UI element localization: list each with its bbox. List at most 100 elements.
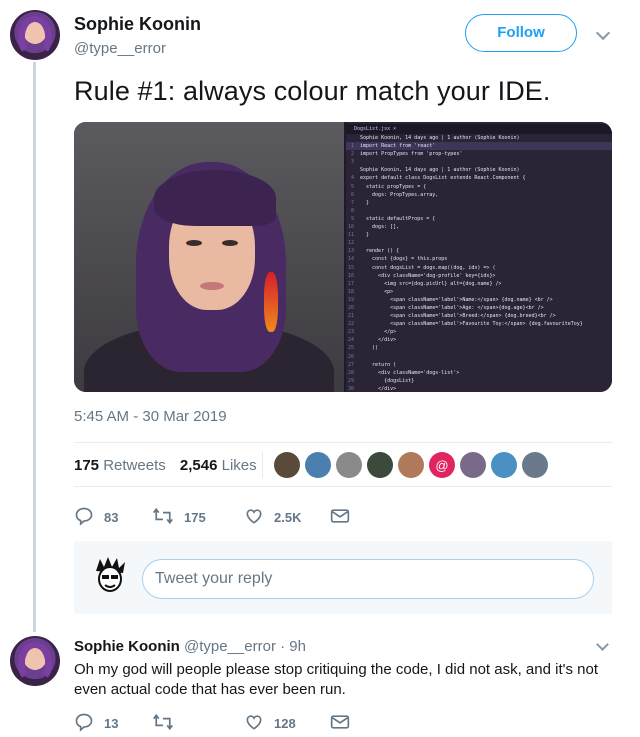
direct-message-button[interactable] [330,713,360,734]
author-handle[interactable]: @type__error [74,40,166,57]
liker-avatar-icon[interactable] [336,452,362,478]
likes-stat[interactable]: 2,546 Likes [180,457,257,474]
ide-screenshot[interactable]: DogsList.jsx × Sophie Koonin, 14 days ag… [346,122,612,392]
code-text: dogs: [], [360,224,400,231]
code-line: 29 {dogsList} [346,377,612,385]
code-line: 20 <span className='label'>Age: </span>{… [346,304,612,312]
line-number: 25 [347,345,354,352]
code-text: const {dogs} = this.props [360,256,448,263]
reply-author-name[interactable]: Sophie Koonin [74,638,180,655]
line-number: 12 [347,240,354,247]
liker-avatar-icon[interactable] [460,452,486,478]
line-number: 11 [347,232,354,239]
photo-earring [264,272,278,332]
line-number: 26 [347,353,354,360]
tweet-text: Rule #1: always colour match your IDE. [74,76,551,106]
code-line: 9 static defaultProps = { [346,215,612,223]
liker-avatar-icon[interactable] [491,452,517,478]
ide-tab-label: DogsList.jsx × [346,124,612,134]
code-text: <p> [360,288,394,295]
retweet-icon [152,506,174,529]
user-avatar[interactable] [92,555,128,595]
code-line: 2 import PropTypes from 'prop-types' [346,150,612,158]
liker-avatar-icon[interactable] [522,452,548,478]
code-line: 18 <p> [346,288,612,296]
tweet-timestamp[interactable]: 5:45 AM - 30 Mar 2019 [74,408,227,425]
reply-button[interactable]: 13 [74,712,152,735]
reply-icon [74,712,94,735]
follow-button[interactable]: Follow [465,14,577,52]
likes-count: 2,546 [179,457,218,474]
like-button[interactable]: 2.5K [244,506,330,529]
reply-count: 83 [104,510,119,525]
envelope-icon [330,713,350,734]
author-name[interactable]: Sophie Koonin [74,14,201,35]
like-button[interactable]: 128 [244,712,330,735]
code-text: <div className='dogs-list'> [360,369,460,376]
liker-avatar-icon[interactable] [367,452,393,478]
code-text: } [360,232,370,239]
photo-lips [200,282,224,290]
code-line: 22 <span className='label'>Favourite Toy… [346,320,612,328]
code-text: {dogsList} [360,377,415,384]
heart-icon [244,506,264,529]
like-count: 2.5K [274,510,302,525]
code-text: <img src={dog.picUrl} alt={dog.name} /> [360,280,502,287]
code-line: 12 [346,239,612,247]
code-line: 13 render () { [346,247,612,255]
code-text: <div className='dog-profile' key={idx}> [360,272,496,279]
line-number: 21 [347,313,354,320]
liker-avatar-icon[interactable] [305,452,331,478]
code-text: </div> [360,337,397,344]
line-number: 2 [350,151,354,158]
reply-author-avatar[interactable] [10,636,60,686]
reply-input[interactable]: Tweet your reply [142,559,594,599]
line-number: 24 [347,337,354,344]
retweets-label: Retweets [103,457,166,474]
direct-message-button[interactable] [330,507,360,528]
code-line: 30 </div> [346,385,612,392]
line-number: 18 [347,288,354,295]
liker-avatars: @ [274,452,553,478]
selfie-photo[interactable] [74,122,344,392]
code-text: </p> [360,329,397,336]
avatar-face [26,22,44,44]
heart-icon [244,712,264,735]
code-line: 23 </p> [346,328,612,336]
reply-author-handle[interactable]: @type__error [184,638,276,655]
liker-avatar-icon[interactable] [398,452,424,478]
line-number: 4 [350,175,354,182]
line-number: 5 [350,183,354,190]
code-text: return ( [360,361,397,368]
code-text: static propTypes = { [360,183,427,190]
reply-button[interactable]: 83 [74,506,152,529]
liker-avatar-icon[interactable] [274,452,300,478]
code-line: 28 <div className='dogs-list'> [346,369,612,377]
chevron-down-icon[interactable] [596,638,609,651]
line-number: 20 [347,304,354,311]
retweet-button[interactable]: 175 [152,506,244,529]
engagement-stats: 175 Retweets 2,546 Likes [74,457,257,474]
line-number: 22 [347,321,354,328]
line-number: 14 [347,256,354,263]
code-text: </div> [360,385,397,392]
photo-eye-left [186,240,202,246]
line-number: 27 [347,361,354,368]
code-line: 14 const {dogs} = this.props [346,255,612,263]
retweets-stat[interactable]: 175 Retweets [74,457,166,474]
author-avatar[interactable] [10,10,60,60]
divider [74,486,612,487]
avatar-face [26,648,44,670]
reply-age[interactable]: · 9h [280,638,306,655]
at-sign-icon[interactable]: @ [429,452,455,478]
code-text: export default class DogsList extends Re… [360,175,526,182]
code-line: Sophie Koonin, 14 days ago | 1 author (S… [346,166,612,174]
code-text: <span className='label'>Breed:</span> {d… [360,313,556,320]
retweet-button[interactable] [152,712,244,735]
tweet-media[interactable]: DogsList.jsx × Sophie Koonin, 14 days ag… [74,122,612,392]
code-line: 8 [346,207,612,215]
line-number: 30 [347,385,354,392]
code-text: )) [360,345,379,352]
chevron-down-icon[interactable] [595,25,611,41]
likes-label: Likes [221,457,257,474]
